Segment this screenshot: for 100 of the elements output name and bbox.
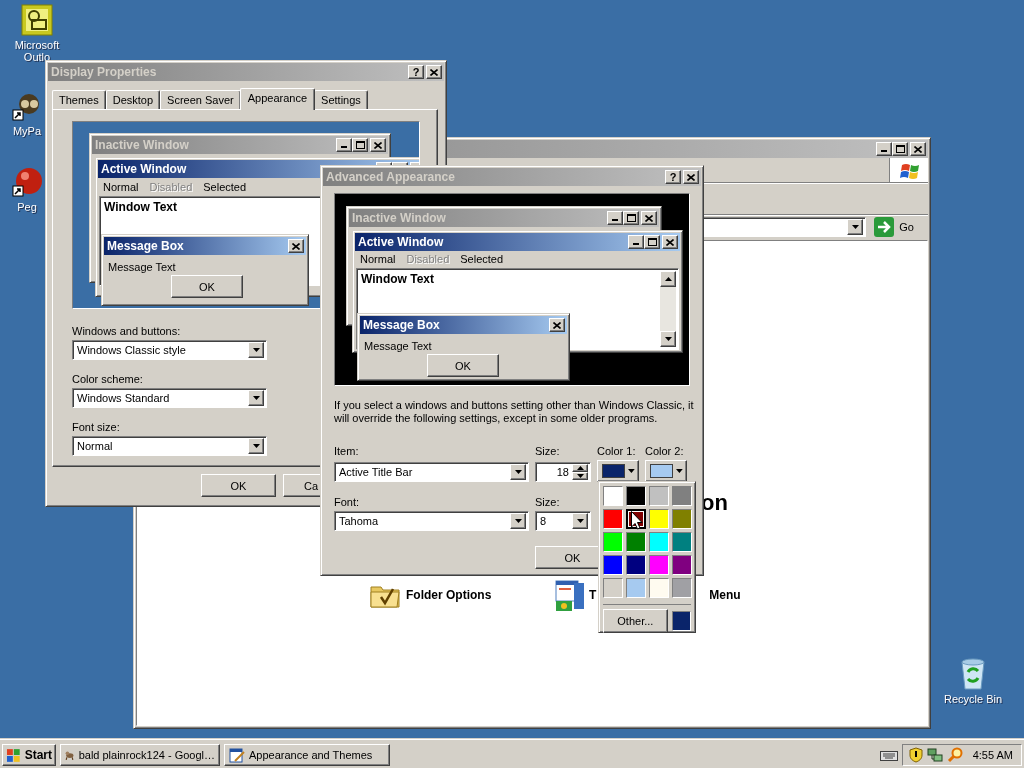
caret-icon bbox=[576, 474, 584, 478]
close-button[interactable] bbox=[641, 211, 657, 225]
dropdown-button[interactable] bbox=[510, 464, 526, 480]
color-swatch[interactable] bbox=[603, 509, 623, 529]
minimize-button[interactable] bbox=[628, 235, 644, 249]
ok-button[interactable]: OK bbox=[171, 275, 243, 298]
dropdown-field[interactable]: Normal bbox=[72, 436, 267, 456]
color-button[interactable] bbox=[645, 460, 687, 482]
spin-down-button[interactable] bbox=[572, 472, 588, 480]
color-swatch[interactable] bbox=[672, 486, 692, 506]
ball-icon[interactable] bbox=[11, 166, 43, 198]
dialog-button[interactable]: OK bbox=[201, 474, 276, 497]
minimize-button[interactable] bbox=[607, 211, 623, 225]
color-swatch[interactable] bbox=[603, 532, 623, 552]
cursor-icon bbox=[631, 511, 643, 530]
field-label: Size: bbox=[535, 445, 561, 457]
color-swatch[interactable] bbox=[603, 486, 623, 506]
color-swatch[interactable] bbox=[649, 555, 669, 575]
scroll-up-button[interactable] bbox=[660, 270, 676, 287]
icon-label[interactable]: Microsoft Outlo bbox=[4, 39, 70, 63]
field-label: Font size: bbox=[72, 421, 120, 433]
mail-icon[interactable] bbox=[21, 4, 53, 36]
caret-icon bbox=[514, 470, 522, 474]
maximize-button[interactable] bbox=[892, 142, 908, 156]
shield-icon[interactable] bbox=[908, 746, 923, 763]
close-button[interactable] bbox=[910, 142, 926, 156]
color-swatch[interactable] bbox=[626, 486, 646, 506]
dropdown-field[interactable]: 8 bbox=[535, 511, 591, 531]
dropdown-field[interactable]: Windows Classic style bbox=[72, 340, 267, 360]
color-swatch[interactable] bbox=[649, 532, 669, 552]
window-title: Display Properties bbox=[51, 65, 157, 79]
other-button[interactable]: Other... bbox=[603, 609, 668, 633]
ok-button[interactable]: OK bbox=[427, 354, 499, 377]
icon-label[interactable]: MyPa bbox=[12, 125, 42, 137]
close-button[interactable] bbox=[662, 235, 678, 249]
up-caret-icon bbox=[664, 276, 672, 281]
color-swatch[interactable] bbox=[603, 555, 623, 575]
field-label: Color scheme: bbox=[72, 373, 143, 385]
tab[interactable]: Themes bbox=[52, 90, 106, 109]
tab[interactable]: Settings bbox=[314, 90, 368, 109]
network-icon[interactable] bbox=[926, 746, 943, 763]
minimize-button[interactable] bbox=[336, 138, 352, 152]
keyboard-icon[interactable] bbox=[879, 748, 898, 761]
caret-icon bbox=[676, 469, 683, 473]
color-swatch[interactable] bbox=[672, 578, 692, 598]
close-button[interactable] bbox=[549, 318, 565, 332]
close-button[interactable] bbox=[370, 138, 386, 152]
caret-icon bbox=[664, 337, 672, 341]
dropdown-button[interactable] bbox=[248, 438, 264, 454]
window-title: Inactive Window bbox=[95, 138, 189, 152]
caret-icon bbox=[252, 348, 260, 352]
tab[interactable]: Screen Saver bbox=[160, 90, 241, 109]
minimize-button[interactable] bbox=[876, 142, 892, 156]
color-swatch[interactable] bbox=[626, 532, 646, 552]
icon-label[interactable]: Recycle Bin bbox=[943, 693, 1003, 705]
dropdown-button[interactable] bbox=[572, 513, 588, 529]
color-swatch[interactable] bbox=[649, 578, 669, 598]
go-button[interactable]: Go bbox=[872, 217, 916, 237]
dropdown-field[interactable]: Active Title Bar bbox=[334, 462, 529, 482]
maximize-button[interactable] bbox=[644, 235, 660, 249]
task-link[interactable]: Folder Options bbox=[406, 588, 492, 602]
dropdown-button[interactable] bbox=[248, 390, 264, 406]
color-button[interactable] bbox=[597, 460, 639, 482]
close-button[interactable] bbox=[426, 65, 442, 79]
color-swatch[interactable] bbox=[649, 509, 669, 529]
color-swatch[interactable] bbox=[603, 578, 623, 598]
close-icon bbox=[374, 141, 382, 149]
help-button[interactable]: ? bbox=[665, 170, 681, 184]
spin-field[interactable]: 18 bbox=[535, 462, 591, 482]
color-swatch[interactable] bbox=[626, 555, 646, 575]
color-swatch[interactable] bbox=[626, 578, 646, 598]
color-swatch[interactable] bbox=[672, 532, 692, 552]
field-label: Size: bbox=[535, 496, 561, 508]
taskbar-button[interactable]: Appearance and Themes bbox=[224, 743, 390, 766]
dropdown-button[interactable] bbox=[847, 219, 864, 235]
window-title: Advanced Appearance bbox=[326, 170, 455, 184]
dropdown-field[interactable]: Tahoma bbox=[334, 511, 529, 531]
color-swatch[interactable] bbox=[649, 486, 669, 506]
start-button[interactable]: Start bbox=[2, 743, 56, 766]
tab[interactable]: Appearance bbox=[239, 88, 316, 110]
taskbar-icon[interactable] bbox=[554, 579, 586, 611]
spin-up-button[interactable] bbox=[572, 464, 588, 472]
search-icon[interactable] bbox=[946, 746, 963, 763]
close-button[interactable] bbox=[683, 170, 699, 184]
dropdown-button[interactable] bbox=[510, 513, 526, 529]
maximize-button[interactable] bbox=[623, 211, 639, 225]
icon-label[interactable]: Peg bbox=[17, 201, 37, 213]
dropdown-button[interactable] bbox=[248, 342, 264, 358]
help-button[interactable]: ? bbox=[408, 65, 424, 79]
color-swatch[interactable] bbox=[672, 509, 692, 529]
tab[interactable]: Desktop bbox=[105, 90, 161, 109]
dropdown-field[interactable]: Windows Standard bbox=[72, 388, 267, 408]
field-label: Font: bbox=[334, 496, 361, 508]
task-link[interactable]: T bbox=[589, 588, 597, 602]
scroll-down-button[interactable] bbox=[660, 331, 676, 347]
task-link[interactable]: Menu bbox=[709, 588, 741, 602]
taskbar-button[interactable]: bald plainrock124 - Googl… bbox=[60, 743, 220, 766]
close-button[interactable] bbox=[288, 239, 304, 253]
color-swatch[interactable] bbox=[672, 555, 692, 575]
maximize-button[interactable] bbox=[352, 138, 368, 152]
